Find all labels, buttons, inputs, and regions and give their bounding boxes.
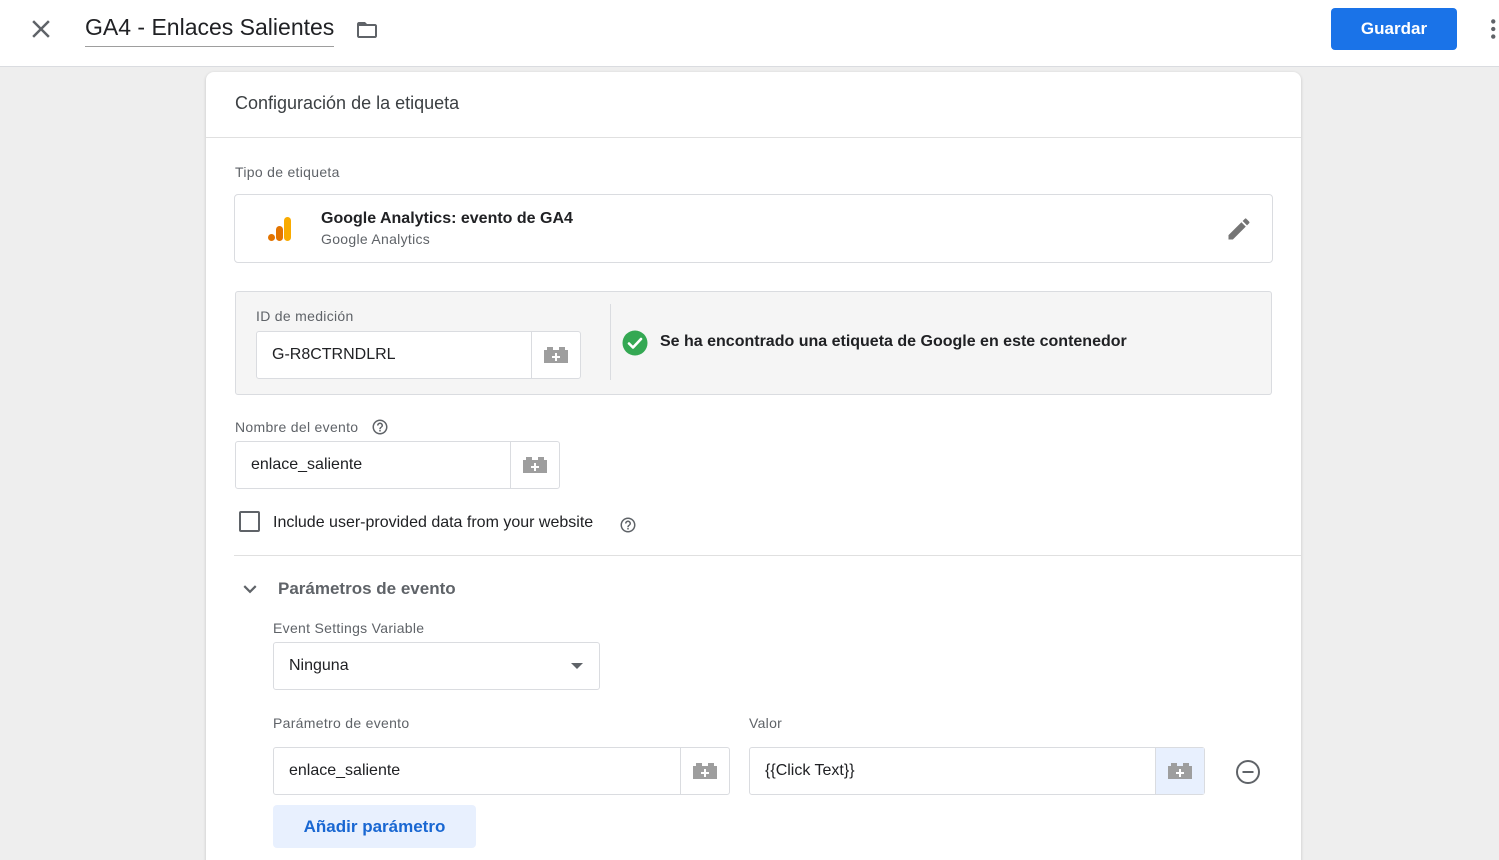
tag-type-name: Google Analytics: evento de GA4 — [321, 210, 573, 227]
more-vert-icon[interactable] — [1481, 16, 1499, 42]
tag-found-message: Se ha encontrado una etiqueta de Google … — [660, 333, 1127, 350]
chevron-down-icon[interactable] — [237, 576, 263, 602]
variable-picker-button[interactable] — [510, 442, 559, 488]
tag-type-vendor: Google Analytics — [321, 231, 431, 247]
variable-picker-button[interactable] — [1155, 748, 1204, 794]
dropdown-arrow-icon — [571, 663, 583, 669]
measurement-id-label: ID de medición — [256, 308, 354, 324]
value-column-header: Valor — [749, 715, 783, 731]
card-title: Configuración de la etiqueta — [235, 93, 460, 113]
variable-picker-button[interactable] — [531, 332, 580, 378]
param-name-field: enlace_saliente — [273, 747, 730, 795]
variable-brick-icon — [693, 763, 717, 779]
event-name-label: Nombre del evento — [235, 419, 359, 435]
measurement-id-input[interactable]: G-R8CTRNDLRL — [257, 332, 531, 378]
check-circle-icon — [622, 330, 648, 356]
settings-variable-label: Event Settings Variable — [273, 620, 425, 636]
panel-divider — [610, 304, 611, 380]
event-name-field: enlace_saliente — [235, 441, 560, 489]
save-button[interactable]: Guardar — [1331, 8, 1457, 50]
card-header: Configuración de la etiqueta — [206, 72, 1301, 138]
param-name-input[interactable]: enlace_saliente — [274, 748, 680, 794]
tag-configuration-card: Configuración de la etiqueta Tipo de eti… — [206, 72, 1301, 860]
param-column-header: Parámetro de evento — [273, 715, 410, 731]
section-divider — [234, 555, 1301, 556]
tag-name-title[interactable]: GA4 - Enlaces Salientes — [85, 14, 335, 47]
variable-picker-button[interactable] — [680, 748, 729, 794]
user-data-checkbox-label: Include user-provided data from your web… — [273, 514, 594, 531]
folder-icon[interactable] — [354, 18, 380, 42]
variable-brick-icon — [1168, 763, 1192, 779]
settings-variable-value: Ninguna — [289, 657, 349, 674]
variable-brick-icon — [544, 347, 568, 363]
top-bar: GA4 - Enlaces Salientes Guardar — [0, 0, 1499, 67]
measurement-id-panel: ID de medición G-R8CTRNDLRL Se ha encont… — [235, 291, 1272, 395]
param-value-input[interactable]: {{Click Text}} — [750, 748, 1155, 794]
measurement-id-field: G-R8CTRNDLRL — [256, 331, 581, 379]
event-params-section-title[interactable]: Parámetros de evento — [278, 579, 456, 599]
google-analytics-icon — [268, 217, 291, 241]
variable-brick-icon — [523, 457, 547, 473]
help-icon[interactable] — [371, 418, 389, 436]
remove-circle-icon[interactable] — [1234, 758, 1262, 786]
close-icon[interactable] — [26, 14, 56, 44]
add-parameter-button[interactable]: Añadir parámetro — [273, 805, 476, 848]
tag-type-selector[interactable]: Google Analytics: evento de GA4 Google A… — [234, 194, 1273, 263]
help-icon[interactable] — [619, 516, 637, 534]
user-data-checkbox[interactable] — [239, 511, 260, 532]
edit-pencil-icon[interactable] — [1225, 215, 1253, 243]
settings-variable-select[interactable]: Ninguna — [273, 642, 600, 690]
tag-type-label: Tipo de etiqueta — [235, 164, 340, 180]
event-name-input[interactable]: enlace_saliente — [236, 442, 510, 488]
param-value-field: {{Click Text}} — [749, 747, 1205, 795]
